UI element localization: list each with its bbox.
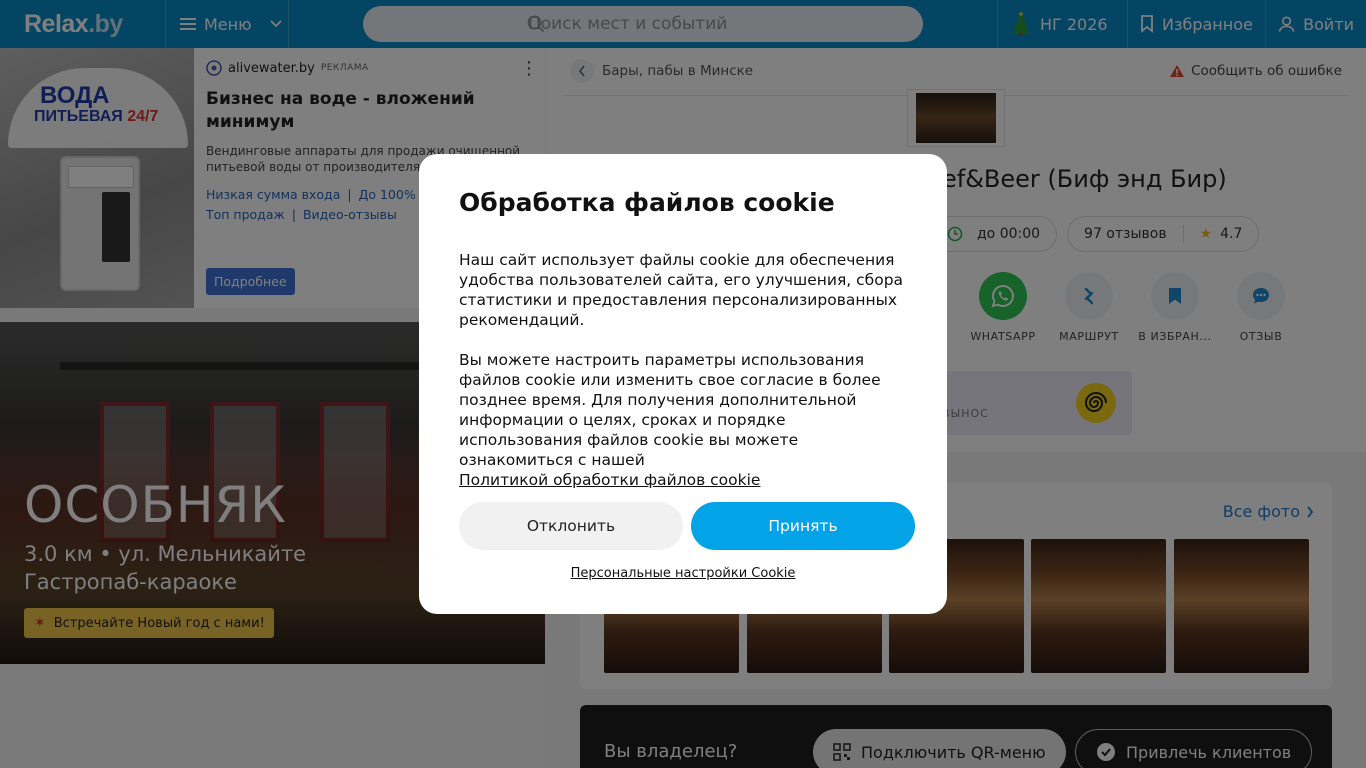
- cookie-dialog: Обработка файлов cookie Наш сайт использ…: [419, 154, 947, 614]
- accept-button[interactable]: Принять: [691, 502, 915, 550]
- decline-button[interactable]: Отклонить: [459, 502, 683, 550]
- cookie-paragraph-1: Наш сайт использует файлы cookie для обе…: [459, 251, 904, 329]
- cookie-title: Обработка файлов cookie: [459, 188, 835, 217]
- cookie-paragraph-2: Вы можете настроить параметры использова…: [459, 351, 881, 489]
- cookie-text: Наш сайт использует файлы cookie для обе…: [459, 250, 911, 490]
- cookie-settings-link[interactable]: Персональные настройки Cookie: [419, 566, 947, 581]
- cookie-policy-link[interactable]: Политикой обработки файлов cookie: [459, 471, 760, 489]
